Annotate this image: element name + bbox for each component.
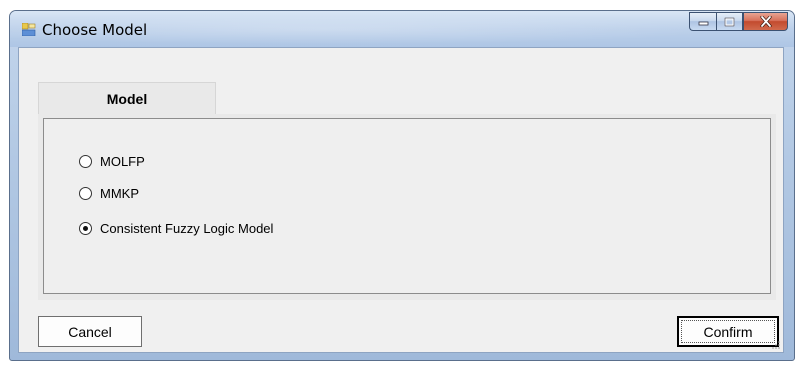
dialog-window: Choose Model Model MOLFP MMKP Consistent… bbox=[9, 10, 795, 361]
cancel-button[interactable]: Cancel bbox=[38, 316, 142, 347]
tab-model-label: Model bbox=[106, 91, 148, 107]
minimize-icon bbox=[698, 21, 708, 26]
form-app-icon bbox=[22, 23, 36, 36]
cancel-button-label: Cancel bbox=[68, 323, 112, 340]
radio-option-mmkp[interactable]: MMKP bbox=[79, 186, 139, 201]
maximize-button[interactable] bbox=[716, 12, 743, 31]
confirm-button-label: Confirm bbox=[703, 323, 753, 340]
confirm-button[interactable]: Confirm bbox=[677, 316, 779, 347]
radio-label: Consistent Fuzzy Logic Model bbox=[100, 221, 274, 236]
minimize-button[interactable] bbox=[689, 12, 716, 31]
window-title: Choose Model bbox=[42, 21, 148, 39]
close-button[interactable] bbox=[743, 12, 788, 31]
resize-grip-icon[interactable] bbox=[771, 340, 781, 350]
close-icon bbox=[759, 16, 772, 27]
radio-option-molfp[interactable]: MOLFP bbox=[79, 154, 145, 169]
focus-rectangle: Confirm bbox=[681, 320, 775, 343]
radio-button[interactable] bbox=[79, 187, 92, 200]
maximize-icon bbox=[724, 17, 735, 26]
title-bar[interactable]: Choose Model bbox=[10, 11, 794, 47]
tab-model[interactable]: Model bbox=[38, 82, 216, 115]
radio-option-consistent-fuzzy-logic-model[interactable]: Consistent Fuzzy Logic Model bbox=[79, 221, 273, 236]
caption-buttons bbox=[689, 12, 788, 32]
dialog-client-area: Model MOLFP MMKP Consistent Fuzzy Logic … bbox=[18, 47, 784, 353]
radio-label: MOLFP bbox=[100, 154, 145, 169]
tab-panel-model: MOLFP MMKP Consistent Fuzzy Logic Model bbox=[38, 114, 776, 300]
radio-label: MMKP bbox=[100, 186, 139, 201]
model-options-group: MOLFP MMKP Consistent Fuzzy Logic Model bbox=[43, 118, 771, 294]
radio-button[interactable] bbox=[79, 155, 92, 168]
radio-button[interactable] bbox=[79, 222, 92, 235]
